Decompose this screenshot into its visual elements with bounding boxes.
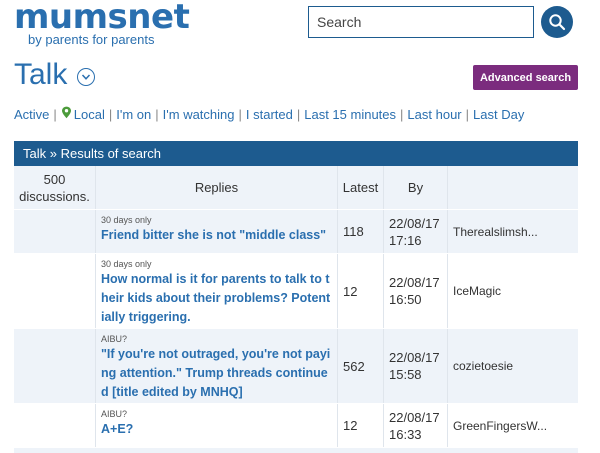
latest-header[interactable]: Latest — [338, 166, 384, 209]
divider: | — [53, 106, 57, 122]
breadcrumb-talk[interactable]: Talk — [23, 146, 46, 161]
replies-header[interactable]: Replies — [96, 166, 338, 209]
last-poster: Therealslimsh... — [453, 224, 538, 239]
divider: | — [296, 106, 301, 122]
talk-filter-nav: Active | Local | I'm on | I'm watching |… — [14, 106, 524, 122]
chevron-down-icon[interactable] — [77, 68, 96, 86]
table-row: 30 days only Friend bitter she is not "m… — [14, 210, 578, 254]
location-pin-icon — [61, 106, 72, 122]
divider: | — [465, 106, 470, 122]
reply-count: 12 — [338, 404, 384, 447]
reply-count: 562 — [338, 329, 384, 403]
search-icon — [549, 14, 566, 31]
logo-wordmark: mumsnet — [14, 0, 190, 37]
filter-im-on[interactable]: I'm on — [116, 107, 151, 122]
breadcrumb: Talk » Results of search — [14, 141, 578, 166]
thread-title-link[interactable]: Friend bitter she is not "middle class" — [101, 226, 333, 245]
thread-title-link[interactable]: A+E? — [101, 420, 333, 439]
last-poster: GreenFingersW... — [453, 418, 548, 433]
table-row-partial — [14, 448, 578, 453]
filter-active[interactable]: Active — [14, 107, 49, 122]
thread-topic[interactable]: AIBU? — [101, 409, 333, 419]
divider: | — [108, 106, 113, 122]
filter-i-started[interactable]: I started — [246, 107, 293, 122]
thread-title-link[interactable]: "If you're not outraged, you're not payi… — [101, 345, 333, 402]
filter-local[interactable]: Local — [74, 107, 105, 122]
filter-last-hour[interactable]: Last hour — [407, 107, 461, 122]
filter-last-day[interactable]: Last Day — [473, 107, 524, 122]
filter-im-watching[interactable]: I'm watching — [163, 107, 235, 122]
page-title: Talk — [14, 58, 96, 92]
breadcrumb-separator: » — [49, 146, 57, 161]
last-poster: cozietoesie — [453, 359, 514, 373]
latest-timestamp[interactable]: 22/08/17 15:58 — [384, 329, 448, 403]
breadcrumb-current: Results of search — [60, 146, 162, 161]
mumsnet-logo[interactable]: mumsnet by parents for parents — [14, 0, 190, 47]
table-row: AIBU? A+E? 12 22/08/17 16:33 GreenFingers… — [14, 404, 578, 448]
last-poster: IceMagic — [453, 284, 502, 298]
thread-topic[interactable]: 30 days only — [101, 215, 333, 225]
divider: | — [155, 106, 159, 122]
filter-last-15-minutes[interactable]: Last 15 minutes — [304, 107, 396, 122]
latest-timestamp[interactable]: 22/08/17 16:33 — [384, 404, 448, 447]
search-button[interactable] — [541, 6, 573, 38]
results-table: Talk » Results of search 500 discussions.… — [14, 141, 578, 453]
reply-count: 118 — [338, 210, 384, 253]
table-row: AIBU? "If you're not outraged, you're no… — [14, 329, 578, 404]
advanced-search-button[interactable]: Advanced search — [473, 65, 578, 90]
latest-timestamp[interactable]: 22/08/17 16:50 — [384, 254, 448, 328]
divider: | — [238, 106, 242, 122]
by-header[interactable]: By — [384, 166, 448, 209]
thread-topic[interactable]: 30 days only — [101, 259, 333, 269]
page-title-text: Talk — [14, 58, 68, 91]
table-header-row: 500 discussions. Replies Latest By — [14, 166, 578, 210]
latest-timestamp[interactable]: 22/08/17 17:16 — [384, 210, 448, 253]
discussion-count: 500 discussions. — [14, 166, 96, 209]
reply-count: 12 — [338, 254, 384, 328]
divider: | — [400, 106, 404, 122]
thread-title-link[interactable]: How normal is it for parents to talk to … — [101, 270, 333, 327]
table-row: 30 days only How normal is it for parent… — [14, 254, 578, 329]
search-input[interactable]: Search — [308, 6, 534, 38]
thread-topic[interactable]: AIBU? — [101, 334, 333, 344]
